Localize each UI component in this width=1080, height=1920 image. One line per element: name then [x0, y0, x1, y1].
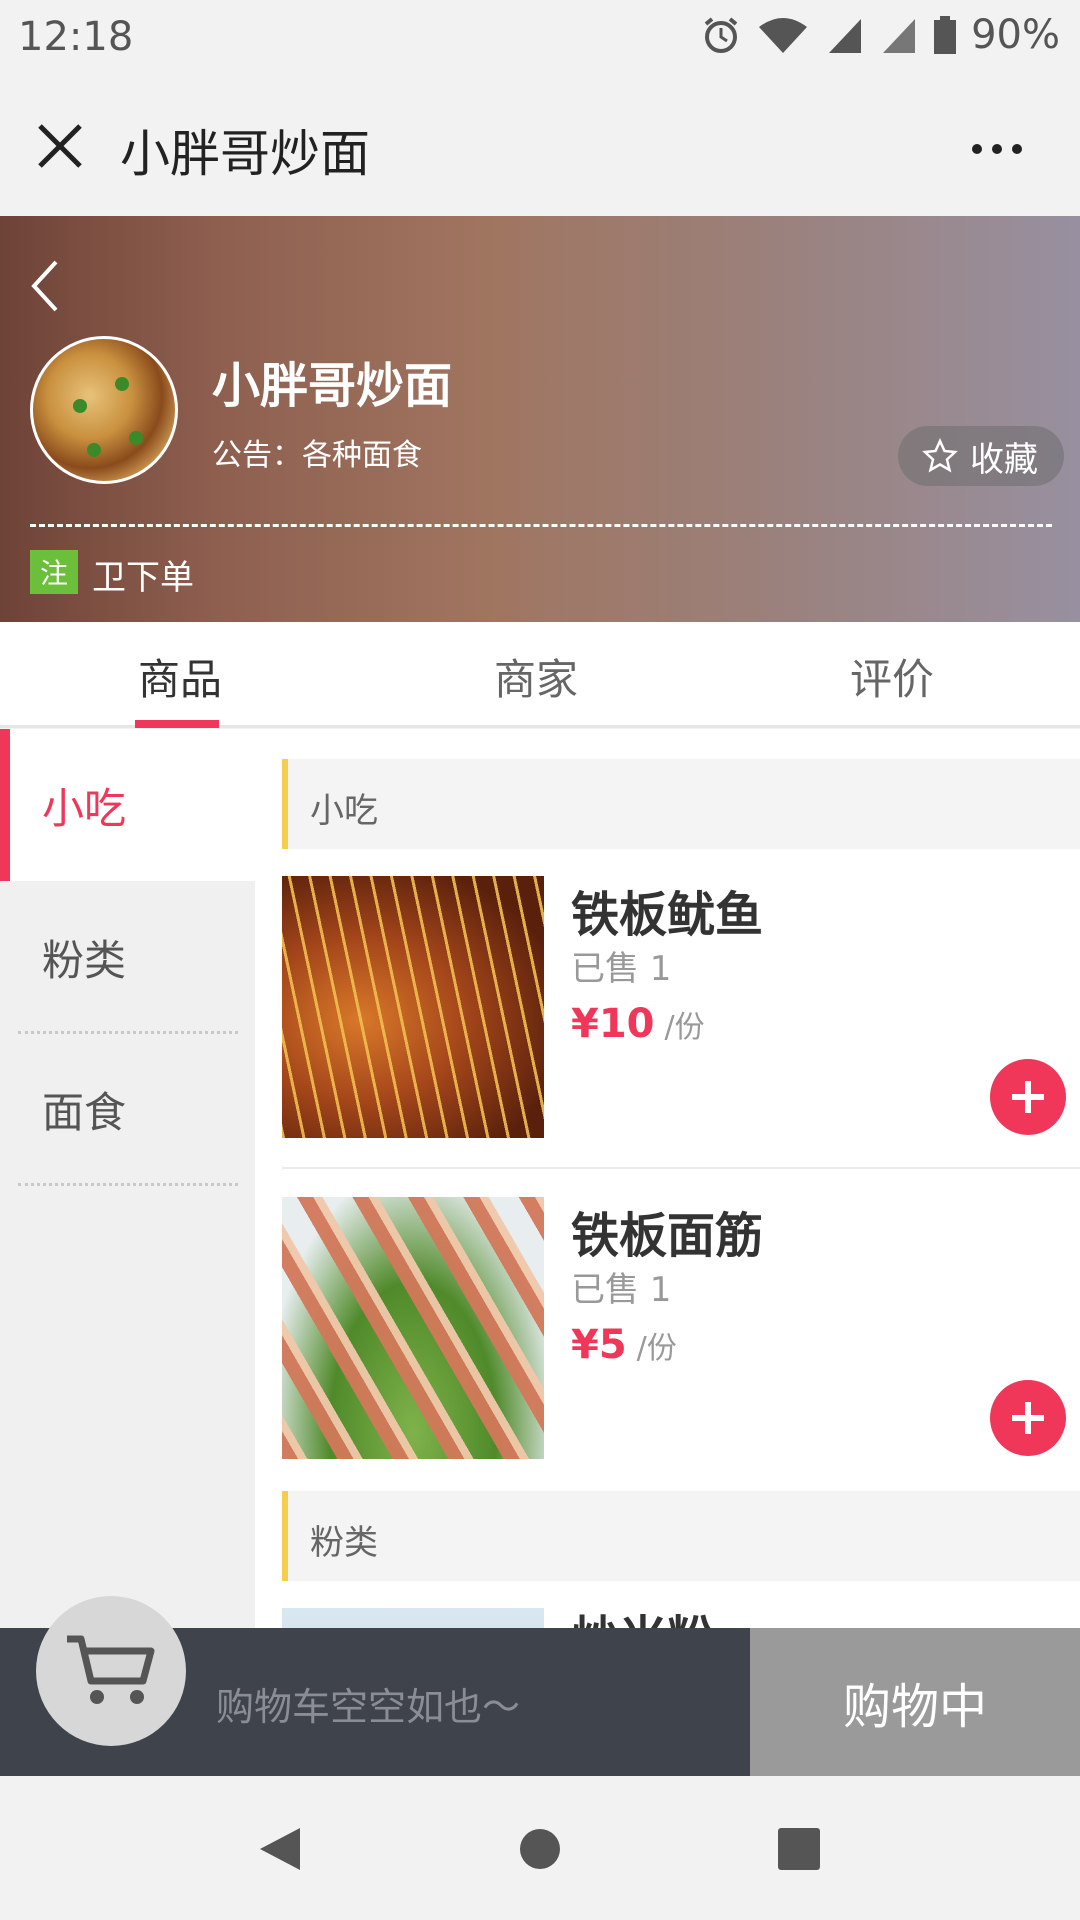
page-title: 小胖哥炒面 [120, 125, 370, 183]
section-header: 粉类 [282, 1491, 1080, 1581]
add-to-cart-button[interactable] [990, 1380, 1066, 1456]
status-bar: 12:18 90% [0, 0, 1080, 78]
more-icon [972, 144, 982, 154]
price-value: ¥5 [571, 1322, 627, 1368]
section-title: 小吃 [310, 791, 378, 831]
section-header: 小吃 [282, 759, 1080, 849]
product-price: ¥5/份 [571, 1322, 677, 1368]
nav-back-icon[interactable] [256, 1824, 304, 1874]
status-time: 12:18 [18, 14, 134, 60]
signal-icon [883, 19, 916, 53]
product-price: ¥10/份 [571, 1001, 705, 1047]
category-label: 面食 [42, 1088, 127, 1137]
divider [282, 1167, 1080, 1169]
cart-icon [67, 1635, 155, 1704]
close-icon [38, 124, 82, 168]
more-button[interactable] [962, 134, 1032, 164]
section-title: 粉类 [310, 1523, 378, 1563]
price-unit: /份 [636, 1331, 677, 1366]
tab-goods[interactable]: 商品 [138, 646, 222, 707]
back-arrow-icon [31, 260, 58, 312]
checkout-button[interactable]: 购物中 [750, 1628, 1080, 1776]
shop-notice: 公告：各种面食 [212, 438, 422, 473]
nav-recents-icon[interactable] [776, 1824, 822, 1874]
category-label: 小吃 [42, 784, 127, 833]
back-button[interactable] [26, 256, 62, 316]
category-item-noodles[interactable]: 面食 [0, 1033, 255, 1185]
tab-merchant[interactable]: 商家 [494, 646, 578, 707]
product-image[interactable] [282, 1197, 544, 1459]
star-icon [922, 438, 958, 473]
tab-bar: 商品 商家 评价 [0, 622, 1080, 728]
product-sold-count: 已售 1 [571, 949, 672, 989]
divider [18, 1183, 238, 1186]
divider [30, 524, 1052, 527]
alarm-icon [704, 17, 738, 53]
category-item-snacks[interactable]: 小吃 [0, 729, 255, 881]
product-list[interactable]: 小吃 铁板鱿鱼 已售 1 ¥10/份 铁板面筋 已售 1 ¥5/份 粉类 炒米粉 [255, 729, 1080, 1629]
add-to-cart-button[interactable] [990, 1059, 1066, 1135]
cart-button[interactable] [36, 1596, 186, 1746]
shop-avatar [30, 336, 178, 484]
product-name: 炒米粉 [571, 1599, 715, 1629]
tab-reviews[interactable]: 评价 [850, 646, 934, 707]
favorite-label: 收藏 [970, 439, 1038, 480]
category-sidebar: 小吃 粉类 面食 [0, 729, 255, 1629]
shop-name: 小胖哥炒面 [212, 358, 453, 414]
price-unit: /份 [664, 1010, 705, 1045]
product-image[interactable] [282, 876, 544, 1138]
product-sold-count: 已售 1 [571, 1270, 672, 1310]
active-tab-indicator [135, 720, 219, 728]
promo-text: 卫下单 [92, 558, 194, 598]
promo-badge: 注 [30, 550, 78, 594]
category-label: 粉类 [42, 936, 127, 985]
battery-percent: 90% [971, 12, 1060, 58]
wifi-icon [759, 18, 808, 53]
system-nav-bar [0, 1776, 1080, 1920]
cart-empty-text: 购物车空空如也～ [216, 1685, 521, 1729]
product-image[interactable] [282, 1608, 544, 1629]
product-name: 铁板面筋 [571, 1208, 764, 1264]
close-button[interactable] [30, 116, 90, 176]
shop-header: 小胖哥炒面 公告：各种面食 收藏 注 卫下单 [0, 216, 1080, 622]
price-value: ¥10 [571, 1001, 655, 1047]
battery-icon [934, 16, 957, 54]
title-bar: 小胖哥炒面 [0, 78, 1080, 216]
category-item-rice-noodles[interactable]: 粉类 [0, 881, 255, 1033]
signal-icon [829, 19, 862, 53]
status-icons: 90% [701, 12, 1060, 58]
nav-home-icon[interactable] [518, 1824, 562, 1874]
product-name: 铁板鱿鱼 [571, 887, 764, 943]
favorite-button[interactable]: 收藏 [898, 426, 1064, 486]
